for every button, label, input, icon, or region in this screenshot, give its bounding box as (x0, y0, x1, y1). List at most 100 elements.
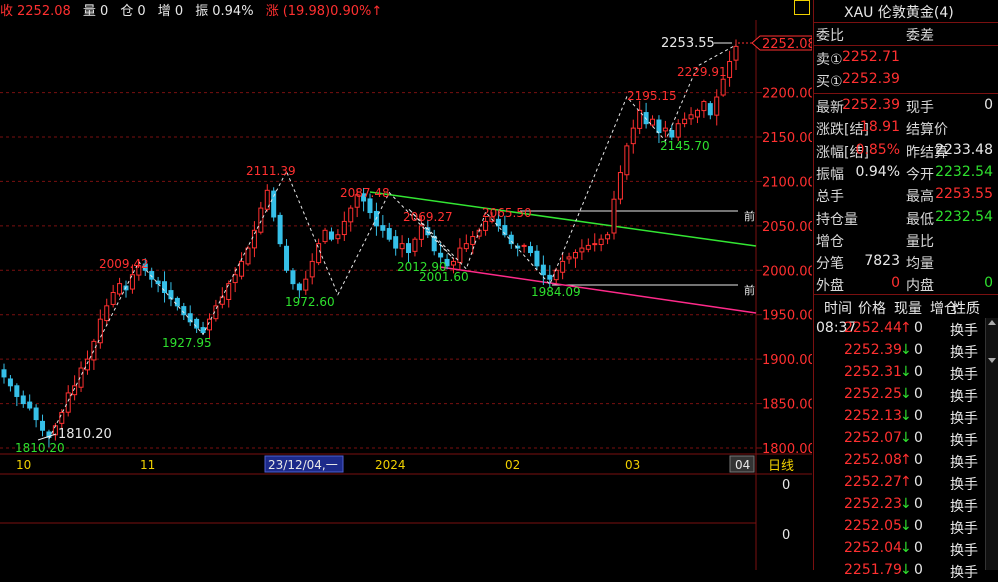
period-label[interactable]: 日线 (768, 459, 794, 474)
candle-body (27, 401, 33, 409)
quote-divider-2 (814, 93, 998, 94)
tick-price: 2252.31 (844, 364, 902, 380)
candle-body (534, 250, 540, 267)
candle-body (553, 269, 559, 281)
candle-body (84, 358, 90, 371)
quote-stat-label: 增仓 (816, 233, 844, 250)
tick-direction-icon: ↑ (900, 452, 912, 468)
tick-type: 换手 (950, 433, 978, 449)
candle-body (14, 385, 20, 397)
quote-stat-row: 持仓量 最低 2232.54 (814, 207, 998, 229)
reference-line-label-lower: 前 (744, 283, 755, 297)
quote-stat-row: 总手 最高 2253.55 (814, 184, 998, 206)
quote-stat-row: 分笔 7823 均量 (814, 251, 998, 273)
ask-row: 卖① 2252.71 (814, 47, 998, 69)
tick-volume: 0 (914, 496, 923, 512)
tick-row[interactable]: 2252.23 ↓ 0 换手 (830, 494, 998, 516)
price-tick-labels: 2200.00 2150.00 2100.00 2050.00 2000.00 1950.… (762, 87, 816, 457)
time-label-nov: 11 (140, 458, 155, 472)
candle-body (688, 114, 694, 120)
candle-body (438, 252, 444, 258)
price-tick-label: 2050.00 (762, 220, 812, 235)
tick-price: 2252.27 (844, 474, 902, 490)
label-low-2001: 2001.60 (419, 270, 469, 284)
label-high-2195: 2195.15 (627, 89, 677, 103)
reference-line-label-upper: 前 (744, 209, 755, 223)
candle-body (675, 123, 681, 138)
tick-header-type: 性质 (952, 301, 980, 317)
tick-volume: 0 (914, 430, 923, 446)
change-summary: 涨 (19.98)0.90%↑ (265, 4, 383, 19)
label-high-2253: 2253.55 (661, 36, 715, 51)
quote-panel: XAU 伦敦黄金(4) 委比 委差 卖① 2252.71 买① 2252.39 … (813, 0, 998, 581)
kline-chart[interactable]: 2200.00 2150.00 2100.00 2050.00 2000.00 1950.… (0, 20, 816, 570)
tick-volume: 0 (914, 386, 923, 402)
candle-body (727, 60, 733, 78)
candle-body (277, 214, 283, 245)
candle-body (284, 245, 290, 271)
candle-body (720, 78, 726, 96)
quote-stat-value: 18.91 (859, 119, 900, 136)
scroll-down-icon[interactable] (988, 358, 996, 363)
candle-body (386, 228, 392, 240)
candle-body (431, 235, 437, 252)
subchart-1-zero: 0 (782, 478, 790, 493)
tick-row[interactable]: 2252.13 ↓ 0 换手 (830, 406, 998, 428)
candle-body (328, 231, 334, 240)
label-low-1984: 1984.09 (531, 285, 581, 299)
candle-body (7, 378, 13, 387)
tick-header-time: 时间 (824, 301, 852, 317)
tick-row[interactable]: 2252.05 ↓ 0 换手 (830, 516, 998, 538)
candle-body (335, 234, 341, 240)
time-label-apr: 04 (735, 458, 750, 472)
quote-stat-value-right: 2253.55 (935, 186, 993, 203)
price-tick-label: 1850.00 (762, 398, 812, 413)
kline-svg[interactable]: 2200.00 2150.00 2100.00 2050.00 2000.00 1950.… (0, 20, 816, 570)
increase-summary: 增0 (157, 4, 184, 19)
trendline-pink[interactable] (439, 266, 757, 314)
tick-type: 换手 (950, 499, 978, 515)
zigzag-line (48, 44, 737, 440)
quote-stat-label-right: 均量 (906, 256, 934, 273)
tick-row[interactable]: 2252.08 ↑ 0 换手 (830, 450, 998, 472)
quote-stat-value: 0 (891, 275, 900, 292)
time-label-feb: 02 (505, 458, 520, 472)
tick-row[interactable]: 2251.79 ↓ 0 换手 (830, 560, 998, 582)
tick-volume: 0 (914, 474, 923, 490)
quote-stat-label: 振幅 (816, 166, 844, 183)
tick-type: 换手 (950, 455, 978, 471)
candle-body (572, 252, 578, 259)
label-high-2069: 2069.27 (403, 210, 453, 224)
tick-row[interactable]: 2252.31 ↓ 0 换手 (830, 362, 998, 384)
candle-body (733, 45, 739, 61)
tick-direction-icon: ↑ (900, 474, 912, 490)
candle-body (547, 274, 553, 280)
candle-body (245, 247, 251, 265)
candle-body (181, 306, 187, 316)
candle-body (33, 407, 39, 421)
candle-body (521, 244, 527, 247)
quote-stat-label-right: 内盘 (906, 278, 934, 295)
candle-body (630, 127, 636, 145)
quote-stat-value: 0.94% (855, 163, 900, 180)
candle-body (239, 260, 245, 277)
label-high-2009: 2009.42 (99, 257, 149, 271)
candle-body (579, 247, 585, 253)
tick-row[interactable]: 2252.39 ↓ 0 换手 (830, 340, 998, 362)
candle-body (117, 283, 123, 295)
tick-row[interactable]: 2252.25 ↓ 0 换手 (830, 384, 998, 406)
tick-price: 2252.23 (844, 496, 902, 512)
label-low-1810-white: 1810.20 (58, 427, 112, 442)
tick-volume: 0 (914, 518, 923, 534)
instrument-title: XAU 伦敦黄金(4) (844, 5, 954, 21)
tick-scrollbar[interactable] (985, 318, 998, 570)
expand-toggle-icon[interactable] (794, 0, 810, 15)
scroll-up-icon[interactable] (988, 320, 996, 325)
tick-row[interactable]: 2252.44 ↑ 0 换手 (830, 318, 998, 340)
tick-row[interactable]: 2252.04 ↓ 0 换手 (830, 538, 998, 560)
candle-body (316, 243, 322, 264)
tick-row[interactable]: 2252.27 ↑ 0 换手 (830, 472, 998, 494)
candle-body (194, 318, 200, 329)
tick-row[interactable]: 2252.07 ↓ 0 换手 (830, 428, 998, 450)
candle-body (40, 420, 46, 431)
